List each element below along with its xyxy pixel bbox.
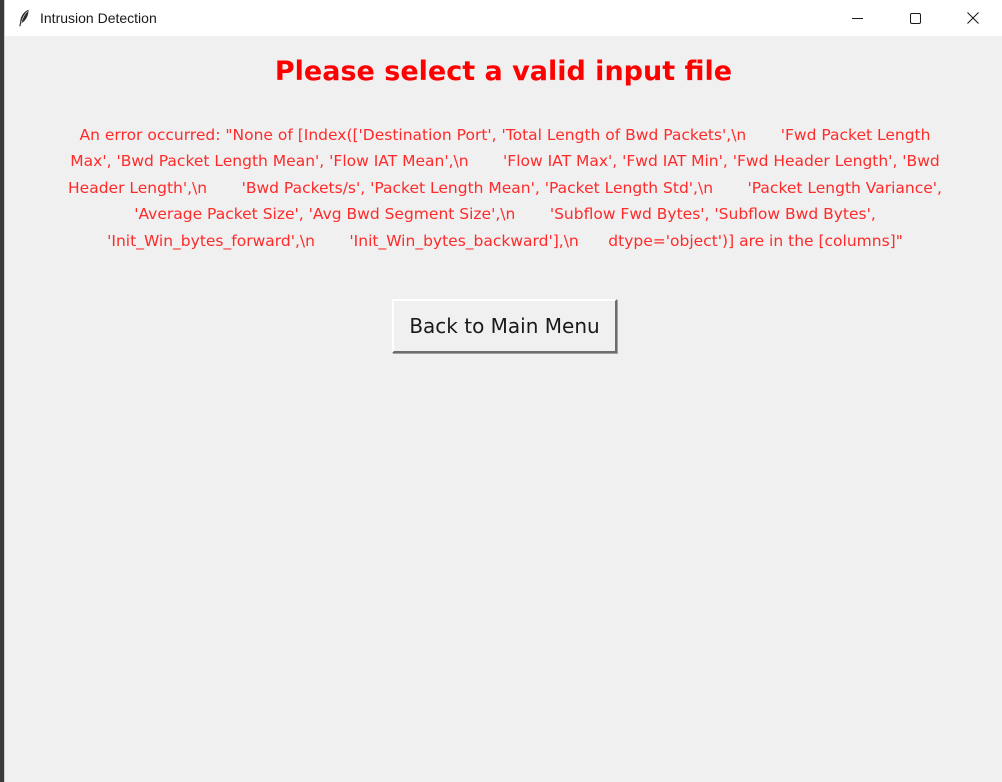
minimize-icon (851, 9, 863, 28)
error-message: An error occurred: "None of [Index(['Des… (68, 126, 947, 250)
window-title: Intrusion Detection (40, 10, 157, 26)
maximize-button[interactable] (886, 0, 944, 36)
close-button[interactable] (944, 0, 1002, 36)
minimize-button[interactable] (828, 0, 886, 36)
window-controls (828, 0, 1002, 36)
title-bar[interactable]: Intrusion Detection (5, 0, 1002, 36)
back-to-main-menu-button[interactable]: Back to Main Menu (392, 299, 617, 353)
app-window: Intrusion Detection Please select a vali… (4, 0, 1002, 782)
main-content: Please select a valid input file An erro… (5, 36, 1002, 782)
page-title: Please select a valid input file (274, 56, 733, 87)
maximize-icon (909, 9, 921, 28)
feather-icon (17, 9, 31, 27)
close-icon (967, 9, 979, 28)
